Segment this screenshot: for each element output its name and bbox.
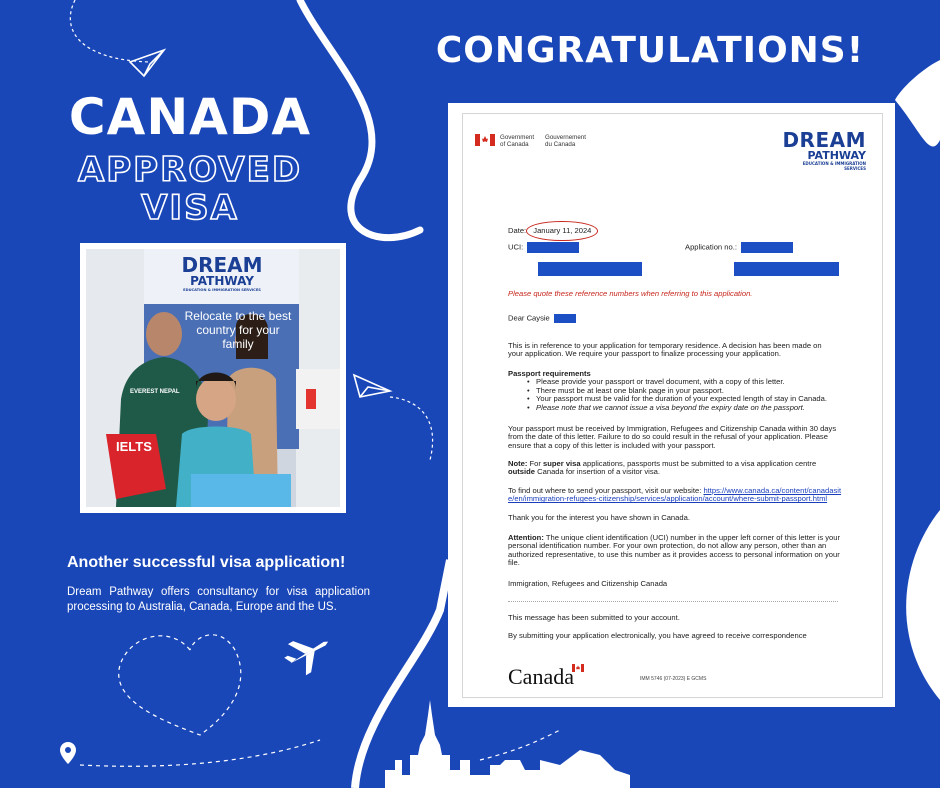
location-pin-icon (60, 742, 76, 764)
paragraph-decision: This is in reference to your application… (508, 341, 822, 359)
paper-plane-icon (128, 48, 167, 78)
submitted-line: This message has been submitted to your … (508, 613, 680, 622)
gov-french: Gouvernement du Canada (545, 134, 586, 148)
dotted-path-top (69, 0, 151, 63)
title-visa: VISA (140, 187, 239, 229)
top-right-swoosh (895, 60, 940, 147)
divider (508, 601, 838, 602)
title-canada: CANADA (68, 88, 312, 146)
form-code: IMM 5746 (07-2023) E GCMS (640, 676, 707, 682)
attention-text: The unique client identification (UCI) n… (508, 533, 841, 568)
uci-redaction (527, 242, 580, 253)
photo-brand-line1: DREAM (181, 253, 263, 277)
signoff: Immigration, Refugees and Citizenship Ca… (508, 579, 668, 588)
airplane-icon (284, 641, 329, 676)
note-bold-outside: outside (508, 467, 536, 477)
dotted-heart (118, 634, 242, 736)
quote-note: Please quote these reference numbers whe… (508, 289, 753, 298)
dotted-path-bottom (79, 739, 321, 767)
date-value: January 11, 2024 (526, 221, 599, 242)
date-label: Date: (508, 226, 527, 235)
agreed-line: By submitting your application electroni… (508, 631, 807, 640)
uci-line: UCI: (508, 242, 580, 253)
salutation: Dear Caysie (508, 313, 550, 323)
photo-brand-line2: PATHWAY (190, 274, 254, 288)
canada-wordmark-flag-icon (571, 664, 584, 672)
paragraph-attention: Attention: The unique client identificat… (508, 533, 844, 568)
gov-english: Government of Canada (500, 134, 535, 148)
date-line: Date: January 11, 2024 (508, 221, 599, 242)
bullet-item: Please note that we cannot issue a visa … (527, 403, 848, 413)
photo-shirt-text: EVEREST NEPAL (130, 389, 180, 395)
uci-redaction-2 (538, 262, 642, 276)
subtext: Dream Pathway offers consultancy for vis… (67, 586, 370, 613)
subheading: Another successful visa application! (67, 554, 346, 571)
paragraph-find: To find out where to send your passport,… (508, 486, 842, 504)
dream-pathway-logo: DREAM PATHWAY EDUCATION & IMMIGRATION SE… (782, 130, 866, 171)
passport-bullets: Please provide your passport or travel d… (508, 377, 848, 413)
skyline-silhouette (385, 700, 630, 788)
congratulations-heading: CONGRATULATIONS! (435, 30, 865, 71)
government-header: Government of Canada Gouvernement du Can… (475, 134, 586, 148)
dotted-path-mid (389, 396, 434, 461)
note-text: Canada for insertion of a visitor visa. (537, 467, 660, 477)
photo-frame: DREAM PATHWAY EDUCATION & IMMIGRATION SE… (80, 243, 346, 513)
logo-dream: DREAM (782, 128, 866, 152)
uci-label: UCI: (508, 242, 524, 252)
canada-wordmark-text: Canada (508, 664, 574, 689)
photo-brand-line3: EDUCATION & IMMIGRATION SERVICES (183, 288, 261, 292)
photo-bag-text: IELTS (116, 439, 152, 454)
name-redaction (553, 314, 576, 323)
canada-flag-icon (475, 134, 495, 146)
application-redaction-2 (734, 262, 839, 276)
letter-page: Government of Canada Gouvernement du Can… (462, 113, 883, 698)
application-label: Application no.: (685, 242, 737, 252)
thanks-line: Thank you for the interest you have show… (508, 513, 690, 522)
paragraph-deadline: Your passport must be received by Immigr… (508, 424, 837, 450)
application-line: Application no.: (685, 242, 794, 253)
passport-requirements: Passport requirements Please provide you… (508, 369, 848, 413)
title-approved: APPROVED (77, 149, 303, 191)
family-photo: DREAM PATHWAY EDUCATION & IMMIGRATION SE… (86, 249, 340, 507)
approval-letter: Government of Canada Gouvernement du Can… (448, 103, 895, 707)
dotted-path-right (479, 729, 561, 761)
right-swoosh (906, 510, 940, 700)
salutation-line: Dear Caysie (508, 314, 576, 323)
poster: CONGRATULATIONS! CANADA APPROVED VISA DR… (0, 0, 940, 788)
paper-plane-icon-2 (352, 373, 393, 398)
paragraph-note: Note: For super visa applications, passp… (508, 459, 838, 477)
canada-wordmark: Canada (508, 664, 584, 690)
application-redaction (741, 242, 794, 253)
photo-banner-text: Relocate to the best country for your fa… (184, 309, 292, 351)
logo-tagline: EDUCATION & IMMIGRATION SERVICES (802, 161, 866, 171)
